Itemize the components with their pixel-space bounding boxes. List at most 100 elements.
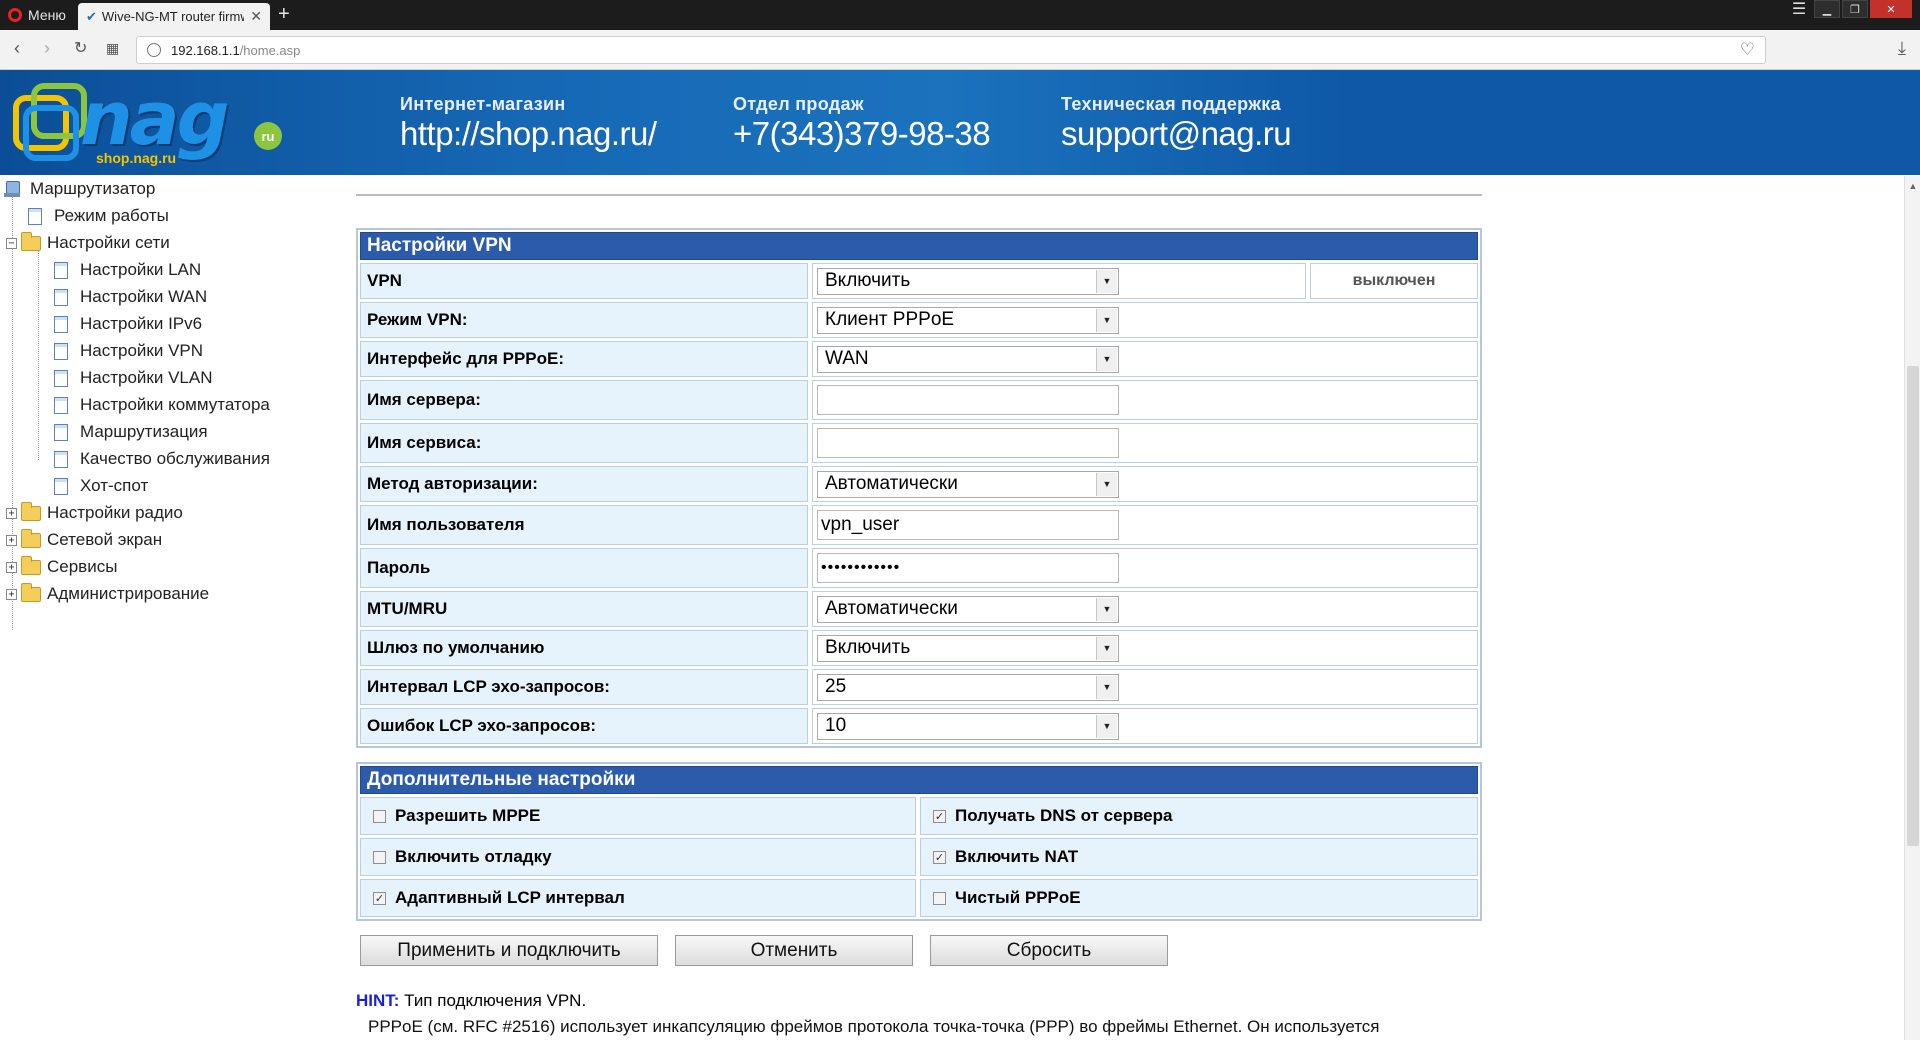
browser-tab[interactable]: ✔ Wive-NG-MT router firmw ✕ (78, 3, 270, 30)
field-value: WAN ▼ (812, 341, 1478, 377)
tree-item-hotspot[interactable]: Хот-спот (54, 475, 148, 497)
row-server-name: Имя сервера: (360, 380, 1478, 420)
tree-label: Настройки VLAN (80, 368, 213, 387)
vpn-settings-table: Настройки VPN VPN Включить ▼ выключен Ре… (356, 228, 1482, 748)
password-input[interactable]: •••••••••••• (817, 553, 1119, 583)
service-name-input[interactable] (817, 428, 1119, 458)
row-default-gateway: Шлюз по умолчанию Включить ▼ (360, 630, 1478, 666)
pppoe-interface-select[interactable]: WAN ▼ (817, 345, 1119, 373)
option-debug[interactable]: Включить отладку (360, 838, 916, 876)
page-scrollbar[interactable]: ▲ (1904, 176, 1920, 1040)
tree-item-wan[interactable]: Настройки WAN (54, 286, 207, 308)
close-tab-icon[interactable]: ✕ (250, 8, 262, 25)
collapse-minus-icon[interactable]: − (6, 237, 17, 249)
option-mppe[interactable]: Разрешить MPPE (360, 797, 916, 835)
forward-arrow-icon[interactable]: › (44, 38, 50, 59)
cancel-button[interactable]: Отменить (675, 935, 913, 966)
tree-item-router[interactable]: Маршрутизатор (4, 178, 155, 200)
tree-item-vlan[interactable]: Настройки VLAN (54, 367, 213, 389)
url-path: /home.asp (239, 42, 301, 58)
field-label: Имя сервера: (360, 380, 808, 420)
pure-pppoe-checkbox[interactable] (933, 891, 946, 905)
minimize-window-icon[interactable]: ▁ (1814, 0, 1840, 18)
url-input[interactable]: 192.168.1.1/home.asp ♡ (136, 36, 1766, 64)
browser-menu-button[interactable]: Меню (8, 4, 66, 26)
tab-menu-icon[interactable]: ☰ (1786, 0, 1812, 18)
tree-label: Сервисы (47, 557, 118, 576)
field-label: Интервал LCP эхо-запросов: (360, 669, 808, 705)
tree-label: Качество обслуживания (80, 449, 270, 468)
dropdown-arrow-icon: ▼ (1096, 269, 1117, 293)
url-host: 192.168.1.1 (171, 42, 240, 58)
row-service-name: Имя сервиса: (360, 423, 1478, 463)
new-tab-plus-icon[interactable]: + (278, 2, 290, 26)
vpn-status-badge: выключен (1310, 263, 1478, 299)
auth-method-select[interactable]: Автоматически ▼ (817, 470, 1119, 498)
close-window-icon[interactable]: ✕ (1870, 0, 1912, 18)
adaptive-lcp-checkbox[interactable]: ✓ (373, 891, 386, 905)
lcp-failures-select[interactable]: 10 ▼ (817, 712, 1119, 740)
field-value: Автоматически ▼ (812, 466, 1478, 502)
tree-item-vpn[interactable]: Настройки VPN (54, 340, 203, 362)
banner-shop: Интернет-магазин http://shop.nag.ru/ (400, 94, 657, 153)
dns-checkbox[interactable]: ✓ (933, 809, 946, 823)
tree-item-network[interactable]: − Настройки сети (6, 231, 170, 254)
expand-plus-icon[interactable]: + (6, 588, 17, 600)
select-value: 10 (825, 715, 847, 736)
scrollbar-thumb[interactable] (1907, 366, 1919, 846)
tree-item-switch[interactable]: Настройки коммутатора (54, 394, 270, 416)
speed-dial-grid-icon[interactable]: ▦ (106, 40, 119, 57)
tree-item-qos[interactable]: Качество обслуживания (54, 448, 270, 470)
field-label: MTU/MRU (360, 591, 808, 627)
banner-graphic: nag shop.nag.ru ru Интернет-магазин http… (0, 70, 1350, 175)
apply-connect-button[interactable]: Применить и подключить (360, 935, 658, 966)
mppe-checkbox[interactable] (373, 809, 386, 823)
tree-label: Маршрутизатор (30, 179, 156, 198)
tree-label: Настройки LAN (80, 260, 202, 279)
tree-item-services[interactable]: + Сервисы (6, 555, 118, 578)
tree-item-ipv6[interactable]: Настройки IPv6 (54, 313, 202, 335)
vpn-mode-select[interactable]: Клиент PPPoE ▼ (817, 306, 1119, 334)
option-nat[interactable]: ✓ Включить NAT (920, 838, 1478, 876)
server-name-input[interactable] (817, 385, 1119, 415)
nat-checkbox[interactable]: ✓ (933, 850, 946, 864)
dropdown-arrow-icon: ▼ (1096, 714, 1117, 738)
scroll-up-arrow-icon[interactable]: ▲ (1905, 178, 1920, 194)
option-dns[interactable]: ✓ Получать DNS от сервера (920, 797, 1478, 835)
reload-icon[interactable]: ↻ (74, 38, 87, 58)
opera-logo-icon (8, 8, 22, 22)
username-input[interactable]: vpn_user (817, 510, 1119, 540)
tree-item-admin[interactable]: + Администрирование (6, 582, 209, 605)
option-label: Включить NAT (955, 847, 1079, 866)
field-value: •••••••••••• (812, 548, 1478, 588)
bookmark-heart-icon[interactable]: ♡ (1740, 40, 1755, 60)
expand-plus-icon[interactable]: + (6, 534, 17, 546)
support-label: Техническая поддержка (1061, 94, 1281, 114)
hint-description: PPPoE (см. RFC #2516) использует инкапсу… (368, 1017, 1380, 1036)
default-gateway-select[interactable]: Включить ▼ (817, 634, 1119, 662)
download-icon[interactable]: ⤓ (1898, 38, 1906, 59)
vpn-enable-select[interactable]: Включить ▼ (817, 267, 1119, 295)
back-arrow-icon[interactable]: ‹ (14, 38, 20, 59)
field-label: Интерфейс для PPPoE: (360, 341, 808, 377)
tree-item-routing[interactable]: Маршрутизация (54, 421, 208, 443)
expand-plus-icon[interactable]: + (6, 507, 17, 519)
page-icon (54, 288, 68, 306)
expand-plus-icon[interactable]: + (6, 561, 17, 573)
lcp-interval-select[interactable]: 25 ▼ (817, 673, 1119, 701)
option-adaptive-lcp[interactable]: ✓ Адаптивный LCP интервал (360, 879, 916, 917)
field-value: 10 ▼ (812, 708, 1478, 744)
page-icon (54, 423, 68, 441)
option-pure-pppoe[interactable]: Чистый PPPoE (920, 879, 1478, 917)
reset-button[interactable]: Сбросить (930, 935, 1168, 966)
debug-checkbox[interactable] (373, 850, 386, 864)
select-value: Автоматически (825, 473, 958, 494)
tree-item-mode[interactable]: Режим работы (28, 205, 169, 227)
tree-item-firewall[interactable]: + Сетевой экран (6, 528, 162, 551)
mtu-select[interactable]: Автоматически ▼ (817, 595, 1119, 623)
nag-logo[interactable]: nag shop.nag.ru ru (10, 76, 282, 166)
tree-item-lan[interactable]: Настройки LAN (54, 259, 201, 281)
tree-label: Настройки IPv6 (80, 314, 203, 333)
maximize-window-icon[interactable]: ❐ (1842, 0, 1868, 18)
tree-item-radio[interactable]: + Настройки радио (6, 501, 183, 524)
